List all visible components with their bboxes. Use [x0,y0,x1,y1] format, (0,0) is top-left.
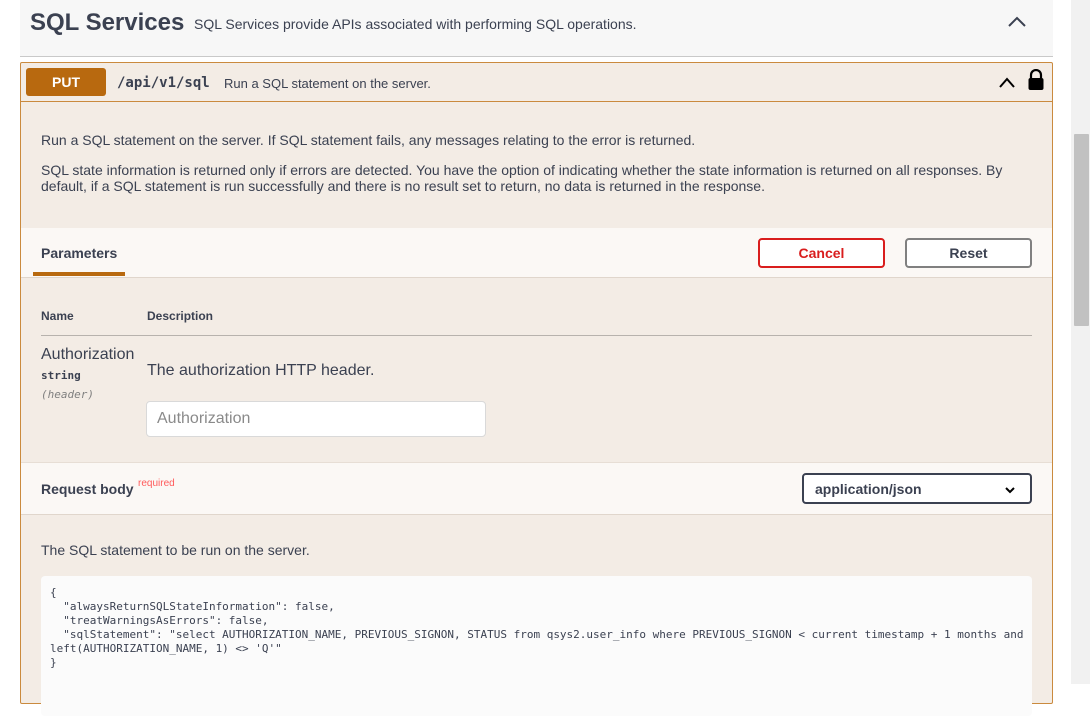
column-header-description: Description [147,309,214,323]
required-label: required [138,478,175,489]
section-header[interactable]: SQL Services SQL Services provide APIs a… [20,0,1053,57]
parameters-header: Parameters Cancel Reset [21,228,1052,278]
operation-block: PUT /api/v1/sql Run a SQL statement on t… [20,62,1053,716]
operation-path: /api/v1/sql [117,75,210,91]
request-body-header: Request body required application/json [21,462,1052,515]
lock-icon[interactable] [1027,68,1045,91]
parameter-type: string [41,369,81,382]
scrollbar-thumb[interactable] [1074,134,1089,326]
scrollbar-track[interactable] [1071,0,1090,684]
cancel-button[interactable]: Cancel [758,238,885,268]
chevron-down-icon [1004,483,1016,495]
authorization-input[interactable] [146,401,486,437]
reset-button[interactable]: Reset [905,238,1032,268]
operation-summary-text: Run a SQL statement on the server. [224,76,431,91]
chevron-up-icon[interactable] [1005,10,1029,34]
table-divider [41,335,1032,336]
content-type-value: application/json [815,481,922,497]
parameter-description: The authorization HTTP header. [147,362,375,379]
method-badge: PUT [26,68,106,96]
chevron-up-icon[interactable] [997,73,1017,93]
operation-summary[interactable]: PUT /api/v1/sql Run a SQL statement on t… [21,63,1052,102]
swagger-page: SQL Services SQL Services provide APIs a… [0,0,1090,716]
tab-parameters[interactable]: Parameters [33,228,125,276]
section-title: SQL Services [30,9,185,36]
content-type-select[interactable]: application/json [802,473,1032,504]
parameter-location: (header) [41,388,94,401]
operation-description: Run a SQL statement on the server. If SQ… [41,132,696,148]
request-body-title: Request body [41,481,134,497]
request-body-example[interactable]: { "alwaysReturnSQLStateInformation": fal… [41,576,1032,716]
section-description: SQL Services provide APIs associated wit… [194,16,637,32]
request-body-description: The SQL statement to be run on the serve… [41,542,310,558]
column-header-name: Name [41,309,74,323]
parameter-name: Authorization [41,346,135,363]
tab-parameters-label: Parameters [41,245,118,261]
example-code: { "alwaysReturnSQLStateInformation": fal… [50,586,1024,669]
operation-description-detail: SQL state information is returned only i… [41,162,1003,194]
